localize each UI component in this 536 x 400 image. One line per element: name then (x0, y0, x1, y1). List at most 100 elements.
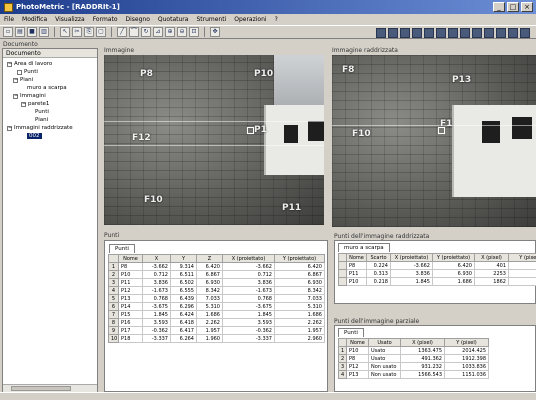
table-cell[interactable]: P17 (118, 326, 143, 335)
table-cell[interactable]: 1.957 (274, 326, 325, 335)
column-header[interactable] (108, 254, 119, 263)
menu-disegno[interactable]: Disegno (126, 16, 150, 23)
column-header[interactable] (338, 338, 347, 347)
menu-help[interactable]: ? (275, 16, 278, 23)
table-cell[interactable]: 2014.425 (444, 346, 489, 355)
table-row[interactable]: 9 P17 -0.362 6.417 1.957 -0.362 1.957 (108, 326, 325, 335)
table-cell[interactable]: 0.768 (142, 294, 171, 303)
table-cell[interactable]: 6.420 (196, 262, 223, 271)
table-cell[interactable]: 2253 (474, 269, 509, 278)
table-cell[interactable]: 0.712 (142, 270, 171, 279)
view-mode-icon[interactable] (472, 28, 482, 38)
tree-node-punti[interactable]: Punti (17, 69, 38, 75)
table-cell[interactable]: 6.417 (170, 326, 197, 335)
pan-icon[interactable]: ✥ (210, 27, 220, 37)
table-cell[interactable]: 0.712 (222, 270, 275, 279)
table-cell[interactable]: 1912.398 (444, 354, 489, 363)
save-icon[interactable]: ■ (27, 27, 37, 37)
row-number[interactable]: 1 (338, 346, 347, 355)
menu-formato[interactable]: Formato (93, 16, 118, 23)
table-cell[interactable]: 1.845 (390, 277, 433, 286)
view-mode-icon[interactable] (484, 28, 494, 38)
row-number[interactable]: 6 (108, 302, 119, 311)
tree-node-parete1[interactable]: − parete1 (21, 101, 49, 107)
rotate-icon[interactable]: ↻ (141, 27, 151, 37)
table-cell[interactable]: 6.555 (170, 286, 197, 295)
column-header[interactable]: Y (proiettato) (432, 253, 475, 262)
table-cell[interactable]: 491.362 (400, 354, 445, 363)
table-cell[interactable]: P10 (118, 270, 143, 279)
view-mode-icon[interactable] (376, 28, 386, 38)
table-cell[interactable]: 0.313 (366, 269, 391, 278)
table-cell[interactable]: 6.502 (170, 278, 197, 287)
menu-modifica[interactable]: Modifica (22, 16, 47, 23)
table-cell[interactable]: P8 (346, 354, 369, 363)
minimize-button[interactable]: _ (493, 2, 505, 12)
table-row[interactable]: 1 P10 Usato 1363.475 2014.425 (338, 346, 489, 355)
tree-node-muro-a-scarpa[interactable]: muro a scarpa (27, 85, 67, 91)
table-row[interactable]: 6 P14 -3.675 6.296 5.310 -3.675 5.310 (108, 302, 325, 311)
point-marker[interactable]: F10 (352, 129, 371, 139)
table-cell[interactable]: P11 (346, 269, 367, 278)
table-row[interactable]: 5 P13 0.768 6.439 7.033 0.768 7.033 (108, 294, 325, 303)
tab-punti-parziale[interactable]: Punti (338, 328, 364, 337)
row-number[interactable]: 8 (108, 318, 119, 327)
table-row[interactable]: 7 P15 1.845 6.424 1.686 1.845 1.686 (108, 310, 325, 319)
column-header[interactable]: Usato (368, 338, 401, 347)
view-mode-icon[interactable] (424, 28, 434, 38)
row-number[interactable]: 1 (108, 262, 119, 271)
table-cell[interactable]: 6.439 (170, 294, 197, 303)
point-marker[interactable]: P11 (282, 203, 301, 213)
tree-node-punti-parete1[interactable]: Punti (35, 109, 49, 115)
table-cell[interactable]: 6.424 (170, 310, 197, 319)
table-cell[interactable]: -0.362 (142, 326, 171, 335)
table-cell[interactable]: -3.675 (222, 302, 275, 311)
table-cell[interactable]: Usato (368, 354, 401, 363)
row-number[interactable] (338, 261, 347, 270)
view-mode-icon[interactable] (436, 28, 446, 38)
table-cell[interactable]: 9.314 (170, 262, 197, 271)
menu-quotatura[interactable]: Quotatura (158, 16, 189, 23)
view-mode-icon[interactable] (448, 28, 458, 38)
table-cell[interactable]: -1.673 (142, 286, 171, 295)
table-cell[interactable]: P16 (118, 318, 143, 327)
row-number[interactable]: 3 (338, 362, 347, 371)
scrollbar-thumb[interactable] (11, 386, 71, 391)
zoom-out-icon[interactable]: ⊖ (177, 27, 187, 37)
paste-icon[interactable]: ▢ (96, 27, 106, 37)
expand-icon[interactable]: − (21, 101, 26, 107)
view-mode-icon[interactable] (520, 28, 530, 38)
table-cell[interactable]: -3.662 (142, 262, 171, 271)
table-cell[interactable]: Non usato (368, 370, 401, 379)
row-number[interactable] (338, 277, 347, 286)
table-cell[interactable]: 3.593 (142, 318, 171, 327)
table-cell[interactable]: 1.686 (196, 310, 223, 319)
column-header[interactable]: Nome (346, 338, 369, 347)
point-marker[interactable]: F12 (132, 133, 151, 143)
view-mode-icon[interactable] (496, 28, 506, 38)
tree-node-area-di-lavoro[interactable]: − Area di lavoro (7, 61, 52, 67)
column-header[interactable] (338, 253, 347, 262)
menu-strumenti[interactable]: Strumenti (196, 16, 226, 23)
table-cell[interactable]: 6.930 (274, 278, 325, 287)
row-number[interactable]: 2 (108, 270, 119, 279)
copy-icon[interactable]: ⎘ (84, 27, 94, 37)
table-cell[interactable]: -3.662 (390, 261, 433, 270)
table-cell[interactable]: P12 (118, 286, 143, 295)
table-row[interactable]: P100.2181.8451.68618621 (338, 277, 536, 286)
view-mode-icon[interactable] (388, 28, 398, 38)
expand-icon[interactable]: − (13, 93, 18, 99)
table-cell[interactable]: -3.662 (222, 262, 275, 271)
table-cell[interactable]: 401 (474, 261, 509, 270)
table-row[interactable]: 3 P12 Non usato 931.232 1033.836 (338, 362, 489, 371)
table-cell[interactable]: 1862 (474, 277, 509, 286)
open-icon[interactable]: ▤ (15, 27, 25, 37)
table-cell[interactable]: P13 (118, 294, 143, 303)
tab-muro-a-scarpa[interactable]: muro a scarpa (338, 243, 390, 252)
table-cell[interactable]: P11 (118, 278, 143, 287)
table-cell[interactable]: 2.262 (196, 318, 223, 327)
point-marker[interactable]: P10 (254, 69, 273, 79)
row-number[interactable]: 5 (108, 294, 119, 303)
table-cell[interactable]: 3.836 (142, 278, 171, 287)
view-mode-icon[interactable] (508, 28, 518, 38)
